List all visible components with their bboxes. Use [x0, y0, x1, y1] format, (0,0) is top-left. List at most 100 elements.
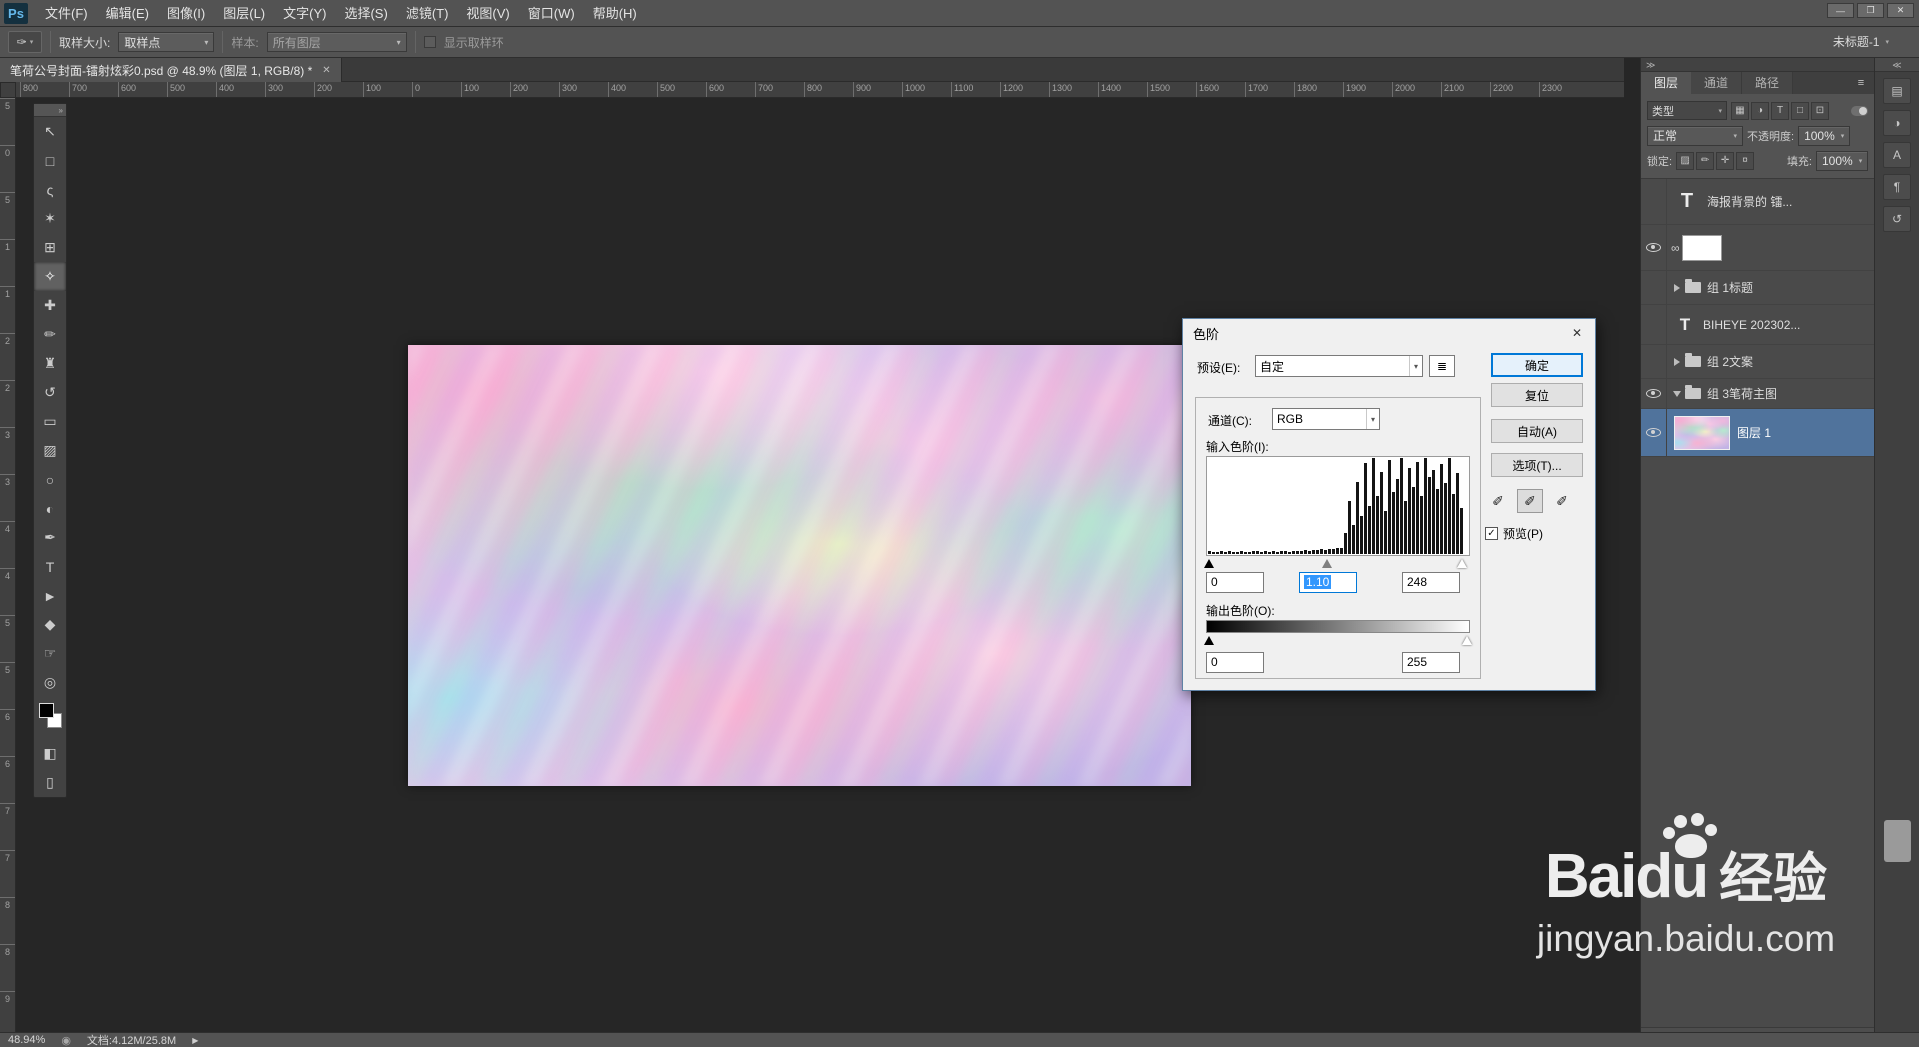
- dialog-title-bar[interactable]: 色阶 ✕: [1183, 319, 1595, 347]
- ok-button[interactable]: 确定: [1491, 353, 1583, 377]
- zoom-tool[interactable]: ◎: [34, 668, 66, 697]
- dialog-close-icon[interactable]: ✕: [1559, 319, 1595, 347]
- layer-row-group3[interactable]: 组 3笔荷主图: [1641, 379, 1874, 409]
- tab-paths[interactable]: 路径: [1742, 72, 1794, 94]
- preset-menu-button[interactable]: ≣: [1429, 355, 1455, 377]
- status-menu-arrow-icon[interactable]: ▶: [192, 1036, 198, 1045]
- menu-edit[interactable]: 编辑(E): [97, 0, 158, 27]
- lock-position-icon[interactable]: ✛: [1716, 151, 1735, 170]
- type-tool[interactable]: T: [34, 552, 66, 581]
- black-point-eyedropper-icon[interactable]: ✐: [1485, 489, 1511, 513]
- preset-dropdown[interactable]: 自定 ▾: [1255, 355, 1423, 377]
- eraser-tool[interactable]: ▭: [34, 407, 66, 436]
- lock-pixels-icon[interactable]: ✏: [1696, 151, 1715, 170]
- fill-dropdown[interactable]: 100% ▾: [1816, 150, 1868, 171]
- filter-type-icon[interactable]: T: [1771, 101, 1789, 120]
- paragraph-panel-icon[interactable]: ¶: [1883, 174, 1911, 200]
- menu-type[interactable]: 文字(Y): [274, 0, 335, 27]
- brush-tool[interactable]: ✏: [34, 320, 66, 349]
- quick-selection-tool[interactable]: ✶: [34, 204, 66, 233]
- sample-size-dropdown[interactable]: 取样点 ▾: [118, 32, 215, 52]
- dock-scrollbar-thumb[interactable]: [1884, 820, 1911, 862]
- filter-smart-icon[interactable]: ⊡: [1811, 101, 1829, 120]
- menu-help[interactable]: 帮助(H): [584, 0, 646, 27]
- move-tool[interactable]: ↖: [34, 117, 66, 146]
- layer-row-text-poster[interactable]: T 海报背景的 镭...: [1641, 179, 1874, 225]
- marquee-tool[interactable]: □: [34, 146, 66, 175]
- workspace-switcher[interactable]: 未标题-1 ▾: [1833, 33, 1889, 50]
- visibility-toggle[interactable]: [1641, 225, 1667, 270]
- history-brush-tool[interactable]: ↺: [34, 378, 66, 407]
- eyedropper-tool[interactable]: ✧: [34, 262, 66, 291]
- collapse-icon[interactable]: [1673, 390, 1681, 397]
- sample-layers-dropdown[interactable]: 所有图层 ▾: [266, 32, 407, 52]
- crop-tool[interactable]: ⊞: [34, 233, 66, 262]
- adjustments-panel-icon[interactable]: ◑: [1883, 110, 1911, 136]
- input-shadow-field[interactable]: 0: [1206, 572, 1264, 593]
- layer-row-group2[interactable]: 组 2文案: [1641, 345, 1874, 379]
- preview-checkbox[interactable]: ✓ 预览(P): [1485, 525, 1543, 542]
- foreground-color-swatch[interactable]: [39, 703, 54, 718]
- output-white-slider[interactable]: [1462, 636, 1473, 645]
- expand-icon[interactable]: [1674, 357, 1680, 366]
- reset-button[interactable]: 复位: [1491, 383, 1583, 407]
- visibility-toggle[interactable]: [1641, 179, 1667, 224]
- ruler-horizontal[interactable]: 800 700 600 500 400 300 200 100 0 100 200 300 400 500…: [16, 82, 1624, 98]
- tab-close-icon[interactable]: ✕: [322, 65, 330, 76]
- lock-transparent-icon[interactable]: ▨: [1676, 151, 1695, 170]
- channel-dropdown[interactable]: RGB ▾: [1272, 408, 1380, 430]
- input-black-slider[interactable]: [1203, 559, 1214, 568]
- spot-healing-tool[interactable]: ✚: [34, 291, 66, 320]
- dodge-tool[interactable]: ◐: [34, 494, 66, 523]
- visibility-toggle[interactable]: [1641, 379, 1667, 408]
- opacity-dropdown[interactable]: 100% ▾: [1798, 125, 1851, 146]
- menu-window[interactable]: 窗口(W): [519, 0, 584, 27]
- options-button[interactable]: 选项(T)...: [1491, 453, 1583, 477]
- menu-layer[interactable]: 图层(L): [214, 0, 274, 27]
- document-tab[interactable]: 笔荷公号封面-镭射炫彩0.psd @ 48.9% (图层 1, RGB/8) *…: [0, 58, 342, 82]
- current-tool-button[interactable]: ✑ ▾: [8, 31, 42, 53]
- input-gamma-slider[interactable]: [1322, 559, 1333, 568]
- restore-button[interactable]: ❐: [1857, 3, 1884, 18]
- auto-button[interactable]: 自动(A): [1491, 419, 1583, 443]
- output-highlight-field[interactable]: 255: [1402, 652, 1460, 673]
- layer-row-text-biheye[interactable]: T BIHEYE 202302...: [1641, 305, 1874, 345]
- strip-collapse-icon[interactable]: ≪: [1875, 58, 1919, 72]
- lock-all-icon[interactable]: ¤: [1736, 151, 1755, 170]
- blend-mode-dropdown[interactable]: 正常 ▾: [1647, 125, 1743, 146]
- input-gamma-field[interactable]: 1.10: [1299, 572, 1357, 593]
- menu-file[interactable]: 文件(F): [36, 0, 97, 27]
- filter-pixel-icon[interactable]: ▦: [1731, 101, 1749, 120]
- color-panel-icon[interactable]: ▤: [1883, 78, 1911, 104]
- canvas-image[interactable]: [408, 345, 1191, 786]
- filter-adjustment-icon[interactable]: ◑: [1751, 101, 1769, 120]
- menu-select[interactable]: 选择(S): [335, 0, 396, 27]
- visibility-toggle[interactable]: [1641, 271, 1667, 304]
- fill-layer-thumbnail[interactable]: [1681, 234, 1722, 261]
- visibility-toggle[interactable]: [1641, 305, 1667, 344]
- clone-stamp-tool[interactable]: ♜: [34, 349, 66, 378]
- ruler-origin-corner[interactable]: [0, 82, 16, 98]
- tab-channels[interactable]: 通道: [1691, 72, 1743, 94]
- quick-mask-tool[interactable]: ◧: [34, 739, 66, 768]
- screen-mode-tool[interactable]: ▯: [34, 768, 66, 797]
- layer-row-fill[interactable]: ∞: [1641, 225, 1874, 271]
- input-highlight-field[interactable]: 248: [1402, 572, 1460, 593]
- lasso-tool[interactable]: ς: [34, 175, 66, 204]
- panel-menu-icon[interactable]: ≡: [1848, 72, 1874, 94]
- path-selection-tool[interactable]: ►: [34, 581, 66, 610]
- close-button[interactable]: ✕: [1887, 3, 1914, 18]
- menu-view[interactable]: 视图(V): [457, 0, 518, 27]
- filter-type-dropdown[interactable]: 类型 ▾: [1647, 101, 1727, 120]
- gradient-tool[interactable]: ▨: [34, 436, 66, 465]
- history-panel-icon[interactable]: ↺: [1883, 206, 1911, 232]
- white-point-eyedropper-icon[interactable]: ✐: [1549, 489, 1575, 513]
- zoom-level-field[interactable]: 48.94%: [8, 1034, 45, 1046]
- gray-point-eyedropper-icon[interactable]: ✐: [1517, 489, 1543, 513]
- output-black-slider[interactable]: [1203, 636, 1214, 645]
- visibility-toggle[interactable]: [1641, 345, 1667, 378]
- dock-collapse-icon[interactable]: ≫: [1641, 58, 1874, 72]
- layer-row-layer1-selected[interactable]: 图层 1: [1641, 409, 1874, 457]
- expand-icon[interactable]: [1674, 283, 1680, 292]
- layer-thumbnail[interactable]: [1674, 415, 1730, 450]
